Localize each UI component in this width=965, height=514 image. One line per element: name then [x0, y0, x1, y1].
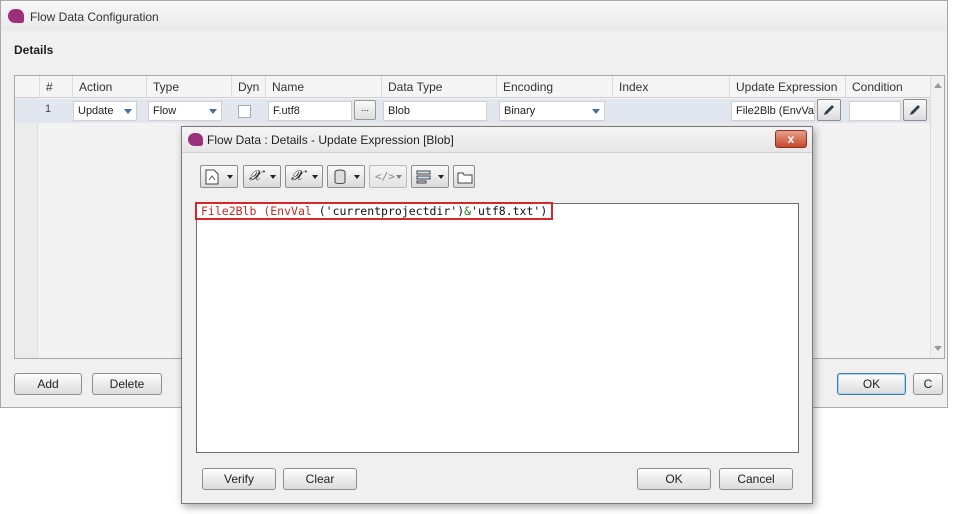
- update-expression-dialog: Flow Data : Details - Update Expression …: [181, 126, 813, 504]
- clear-button[interactable]: Clear: [283, 468, 357, 490]
- column-header-number[interactable]: #: [39, 76, 72, 98]
- window-titlebar: Flow Data Configuration: [1, 1, 947, 31]
- expression-editor[interactable]: File2Blb (EnvVal ('currentprojectdir')&'…: [195, 202, 799, 453]
- insert-database-button[interactable]: [327, 165, 365, 188]
- code-icon: </>: [375, 170, 395, 183]
- variable-x-icon: 𝓧: [291, 168, 303, 184]
- chevron-down-icon: [592, 109, 600, 114]
- column-header-encoding[interactable]: Encoding: [496, 76, 612, 98]
- action-dropdown[interactable]: Update: [73, 101, 137, 121]
- scroll-up-icon[interactable]: [934, 83, 942, 88]
- column-header-name[interactable]: Name: [265, 76, 381, 98]
- expr-arg2: 'utf8.txt'): [471, 204, 548, 218]
- dyn-checkbox[interactable]: [238, 105, 251, 118]
- pencil-icon: [910, 105, 920, 115]
- column-header-update-expression[interactable]: Update Expression: [729, 76, 845, 98]
- insert-variable-button[interactable]: 𝓧: [285, 165, 323, 188]
- grid-scrollbar[interactable]: [930, 76, 944, 358]
- dialog-titlebar: Flow Data : Details - Update Expression …: [182, 127, 812, 153]
- grid-header: # Action Type Dyn Name Data Type Encodin…: [15, 76, 944, 98]
- encoding-value: Binary: [504, 105, 536, 117]
- update-expression-field[interactable]: File2Blb (EnvVal: [731, 101, 815, 121]
- expr-envval: (EnvVal: [263, 204, 312, 218]
- add-button[interactable]: Add: [14, 373, 82, 395]
- delete-button[interactable]: Delete: [92, 373, 162, 395]
- expr-arg: ('currentprojectdir'): [318, 204, 465, 218]
- cancel-button[interactable]: C: [913, 373, 943, 395]
- folder-icon: [457, 172, 473, 184]
- verify-button[interactable]: Verify: [202, 468, 276, 490]
- column-header-dyn[interactable]: Dyn: [231, 76, 265, 98]
- function-x-icon: 𝓧: [249, 168, 261, 184]
- chevron-down-icon: [396, 175, 402, 179]
- open-folder-button[interactable]: [453, 165, 475, 188]
- type-dropdown[interactable]: Flow: [148, 101, 222, 121]
- column-header-index[interactable]: Index: [612, 76, 729, 98]
- name-field[interactable]: F.utf8: [268, 101, 352, 121]
- insert-xml-button[interactable]: </>: [369, 165, 407, 188]
- row-number: 1: [45, 103, 52, 115]
- dialog-cancel-button[interactable]: Cancel: [719, 468, 793, 490]
- edit-expression-button[interactable]: [817, 99, 841, 121]
- encoding-dropdown[interactable]: Binary: [499, 101, 605, 121]
- expression-text: File2Blb (EnvVal ('currentprojectdir')&'…: [195, 202, 554, 220]
- dialog-title: Flow Data : Details - Update Expression …: [207, 133, 454, 147]
- chevron-down-icon: [438, 175, 444, 179]
- expr-space: [312, 204, 319, 218]
- chevron-down-icon: [354, 175, 360, 179]
- expr-function: File2Blb: [201, 204, 257, 218]
- column-header-type[interactable]: Type: [146, 76, 231, 98]
- document-icon: [205, 169, 219, 185]
- details-heading: Details: [14, 43, 54, 57]
- type-value: Flow: [153, 105, 177, 117]
- column-header-data-type[interactable]: Data Type: [381, 76, 496, 98]
- data-type-field[interactable]: Blob: [383, 101, 487, 121]
- insert-list-button[interactable]: [411, 165, 449, 188]
- pencil-icon: [824, 105, 834, 115]
- ok-button[interactable]: OK: [837, 373, 906, 395]
- scroll-down-icon[interactable]: [934, 346, 942, 351]
- chevron-down-icon: [209, 109, 217, 114]
- list-icon: [416, 170, 431, 184]
- chevron-down-icon: [270, 175, 276, 179]
- dialog-ok-button[interactable]: OK: [637, 468, 711, 490]
- table-row[interactable]: 1 Update Flow F.utf8 ... Blob Binary Fil…: [15, 99, 944, 123]
- app-logo-icon: [8, 9, 24, 23]
- database-icon: [334, 169, 346, 184]
- app-logo-icon: [188, 133, 203, 146]
- condition-field[interactable]: [849, 101, 901, 121]
- close-button[interactable]: x: [775, 130, 807, 148]
- action-value: Update: [78, 105, 114, 117]
- column-header-action[interactable]: Action: [72, 76, 146, 98]
- column-header-condition[interactable]: Condition: [845, 76, 931, 98]
- chevron-down-icon: [312, 175, 318, 179]
- edit-condition-button[interactable]: [903, 99, 927, 121]
- insert-function-button[interactable]: 𝓧: [243, 165, 281, 188]
- window-title: Flow Data Configuration: [30, 10, 159, 24]
- chevron-down-icon: [227, 175, 233, 179]
- insert-field-button[interactable]: [200, 165, 238, 188]
- chevron-down-icon: [124, 109, 132, 114]
- name-browse-button[interactable]: ...: [354, 100, 376, 120]
